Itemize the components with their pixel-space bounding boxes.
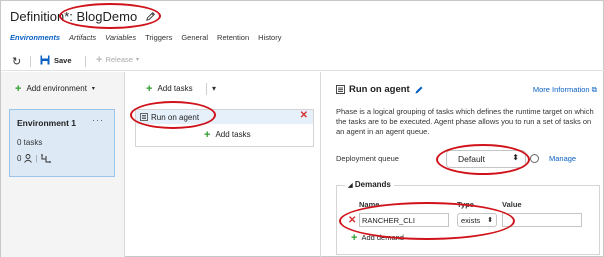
definition-name[interactable]: BlogDemo (77, 9, 138, 24)
toolbar-divider (85, 56, 86, 67)
tab-variables[interactable]: Variables (105, 33, 136, 42)
list-icon (140, 113, 148, 121)
demands-title[interactable]: ◢ Demands (345, 180, 394, 189)
deployment-queue-select[interactable]: Default ⬍ (446, 150, 526, 168)
external-link-icon: ⧉ (591, 85, 597, 94)
release-button[interactable]: + Release ▾ (96, 53, 139, 66)
tab-bar: Environments Artifacts Variables Trigger… (10, 33, 290, 42)
add-environment-button[interactable]: + Add environment ▾ (15, 82, 95, 95)
plus-icon: + (204, 128, 211, 141)
updown-caret-icon: ⬍ (512, 153, 519, 162)
pencil-icon[interactable] (414, 85, 424, 95)
phase-add-tasks-button[interactable]: + Add tasks (204, 128, 251, 141)
approver-count: 0 (17, 154, 22, 163)
environment-name: Environment 1 (17, 118, 77, 128)
details-title-text: Run on agent (349, 84, 410, 95)
add-tasks-button[interactable]: + Add tasks (146, 82, 193, 95)
chevron-down-icon: ▾ (135, 57, 139, 63)
phase-details-panel: Run on agent More Information ⧉ Phase is… (322, 72, 604, 257)
tab-retention[interactable]: Retention (217, 33, 249, 42)
demands-section: ◢ Demands Name Type Value ✕ RANCHER_CLI … (336, 180, 600, 255)
meta-divider: | (35, 154, 38, 163)
phase-add-tasks-label: Add tasks (215, 130, 251, 139)
environments-panel: + Add environment ▾ Environment 1 ··· 0 … (1, 72, 125, 257)
tasks-panel: + Add tasks ▾ Run on agent ✕ + Add tasks (126, 72, 321, 257)
demands-col-value: Value (502, 200, 522, 209)
chevron-down-icon: ▾ (91, 86, 95, 92)
save-button[interactable]: Save (40, 55, 72, 65)
tab-triggers[interactable]: Triggers (145, 33, 172, 42)
agent-phase: Run on agent ✕ + Add tasks (135, 109, 314, 147)
agent-phase-label: Run on agent (151, 113, 200, 122)
tab-artifacts[interactable]: Artifacts (69, 33, 96, 42)
toolbar-divider (30, 56, 31, 67)
list-icon (336, 85, 345, 94)
chevron-down-icon[interactable]: ▾ (212, 84, 216, 93)
environment-task-count: 0 tasks (17, 138, 43, 147)
save-label: Save (54, 55, 72, 65)
deployment-queue-label: Deployment queue (336, 154, 399, 163)
add-environment-label: Add environment (26, 84, 87, 93)
demands-title-text: Demands (354, 180, 391, 189)
toolbar: ↻ Save + Release ▾ (1, 49, 604, 71)
person-icon (24, 154, 33, 163)
updown-caret-icon: ⬍ (487, 217, 493, 224)
title-changed-marker: *: (64, 9, 77, 24)
tab-history[interactable]: History (258, 33, 281, 42)
details-title: Run on agent (336, 84, 424, 95)
tab-general[interactable]: General (181, 33, 208, 42)
plus-icon: + (351, 231, 358, 244)
demands-col-type: Type (457, 200, 474, 209)
demand-value-input[interactable] (502, 213, 582, 227)
plus-icon: + (146, 82, 153, 95)
delete-icon[interactable]: ✕ (348, 215, 356, 226)
demand-type-value: exists (461, 216, 481, 225)
page-title: Definition*: BlogDemo (10, 9, 156, 24)
environment-meta: 0 | (17, 154, 51, 163)
delete-icon[interactable]: ✕ (300, 110, 308, 121)
more-icon[interactable]: ··· (92, 115, 104, 125)
deployment-queue-value: Default (458, 154, 485, 164)
demand-name-input[interactable]: RANCHER_CLI (359, 213, 449, 227)
plus-icon: + (15, 82, 22, 95)
window-frame: Definition*: BlogDemo Environments Artif… (0, 0, 604, 257)
pencil-icon[interactable] (145, 11, 156, 22)
demand-type-select[interactable]: exists ⬍ (457, 213, 497, 227)
add-demand-button[interactable]: + Add demand (351, 231, 404, 244)
title-prefix: Definition (10, 9, 65, 24)
more-information-link[interactable]: More Information ⧉ (533, 85, 597, 95)
release-label: Release (105, 55, 133, 64)
refresh-icon[interactable]: ↻ (12, 55, 21, 68)
environment-card[interactable]: Environment 1 ··· 0 tasks 0 | (9, 109, 115, 177)
trigger-icon (40, 154, 51, 163)
add-demand-label: Add demand (361, 233, 404, 242)
manage-link[interactable]: Manage (549, 154, 576, 163)
save-icon (40, 55, 50, 65)
plus-icon: + (96, 53, 103, 66)
toolbar-divider (206, 83, 207, 95)
phase-description: Phase is a logical grouping of tasks whi… (336, 107, 594, 136)
tab-environments[interactable]: Environments (10, 33, 60, 42)
more-information-label: More Information (532, 85, 590, 94)
info-icon[interactable] (530, 154, 539, 163)
agent-phase-row[interactable]: Run on agent ✕ (136, 110, 313, 124)
demands-col-name: Name (359, 200, 380, 209)
collapse-icon: ◢ (348, 183, 353, 189)
add-tasks-label: Add tasks (157, 84, 193, 93)
